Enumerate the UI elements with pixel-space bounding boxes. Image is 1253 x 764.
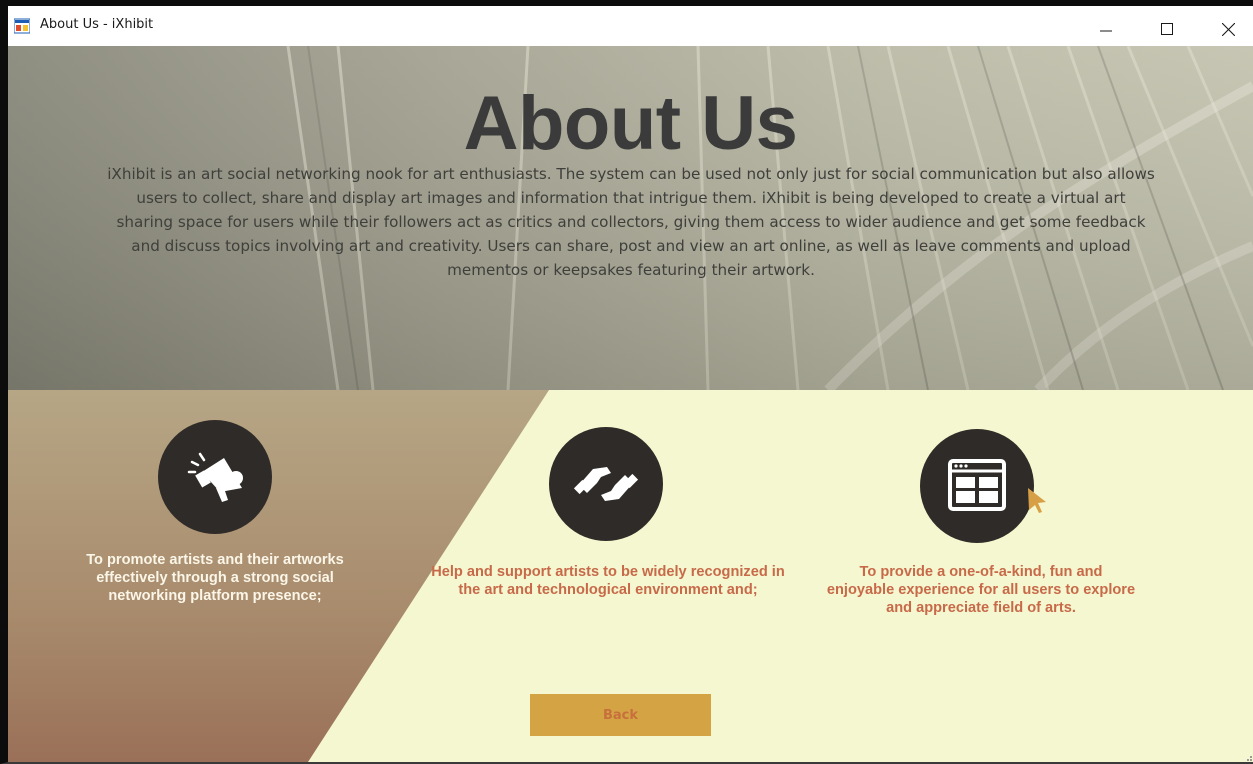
cursor-arrow-icon xyxy=(1026,486,1050,514)
maximize-icon xyxy=(1161,23,1173,35)
feature-text-promote: To promote artists and their artworks ef… xyxy=(86,552,344,604)
window-title: About Us - iXhibit xyxy=(40,17,154,32)
minimize-icon xyxy=(1100,23,1112,35)
page-title: About Us xyxy=(463,81,798,166)
close-button[interactable] xyxy=(1205,12,1251,46)
feature-text-support: Help and support artists to be widely re… xyxy=(431,564,785,598)
back-button[interactable]: Back xyxy=(530,694,711,736)
resize-grip-icon[interactable] xyxy=(1241,750,1253,762)
close-icon xyxy=(1221,22,1235,36)
minimize-button[interactable] xyxy=(1083,12,1129,46)
feature-text-experience: To provide a one-of-a-kind, fun and enjo… xyxy=(826,564,1136,616)
about-us-window: About Us - iXhibit About Us iXhibit is a… xyxy=(0,0,1253,764)
handshake-icon xyxy=(549,427,663,541)
megaphone-icon xyxy=(158,420,272,534)
intro-paragraph: iXhibit is an art social networking nook… xyxy=(107,165,1155,279)
window-app-icon xyxy=(13,18,31,34)
maximize-button[interactable] xyxy=(1144,12,1190,46)
title-bar[interactable]: About Us - iXhibit xyxy=(8,0,1253,46)
about-content: About Us iXhibit is an art social networ… xyxy=(8,46,1253,762)
browser-window-icon xyxy=(920,429,1034,543)
